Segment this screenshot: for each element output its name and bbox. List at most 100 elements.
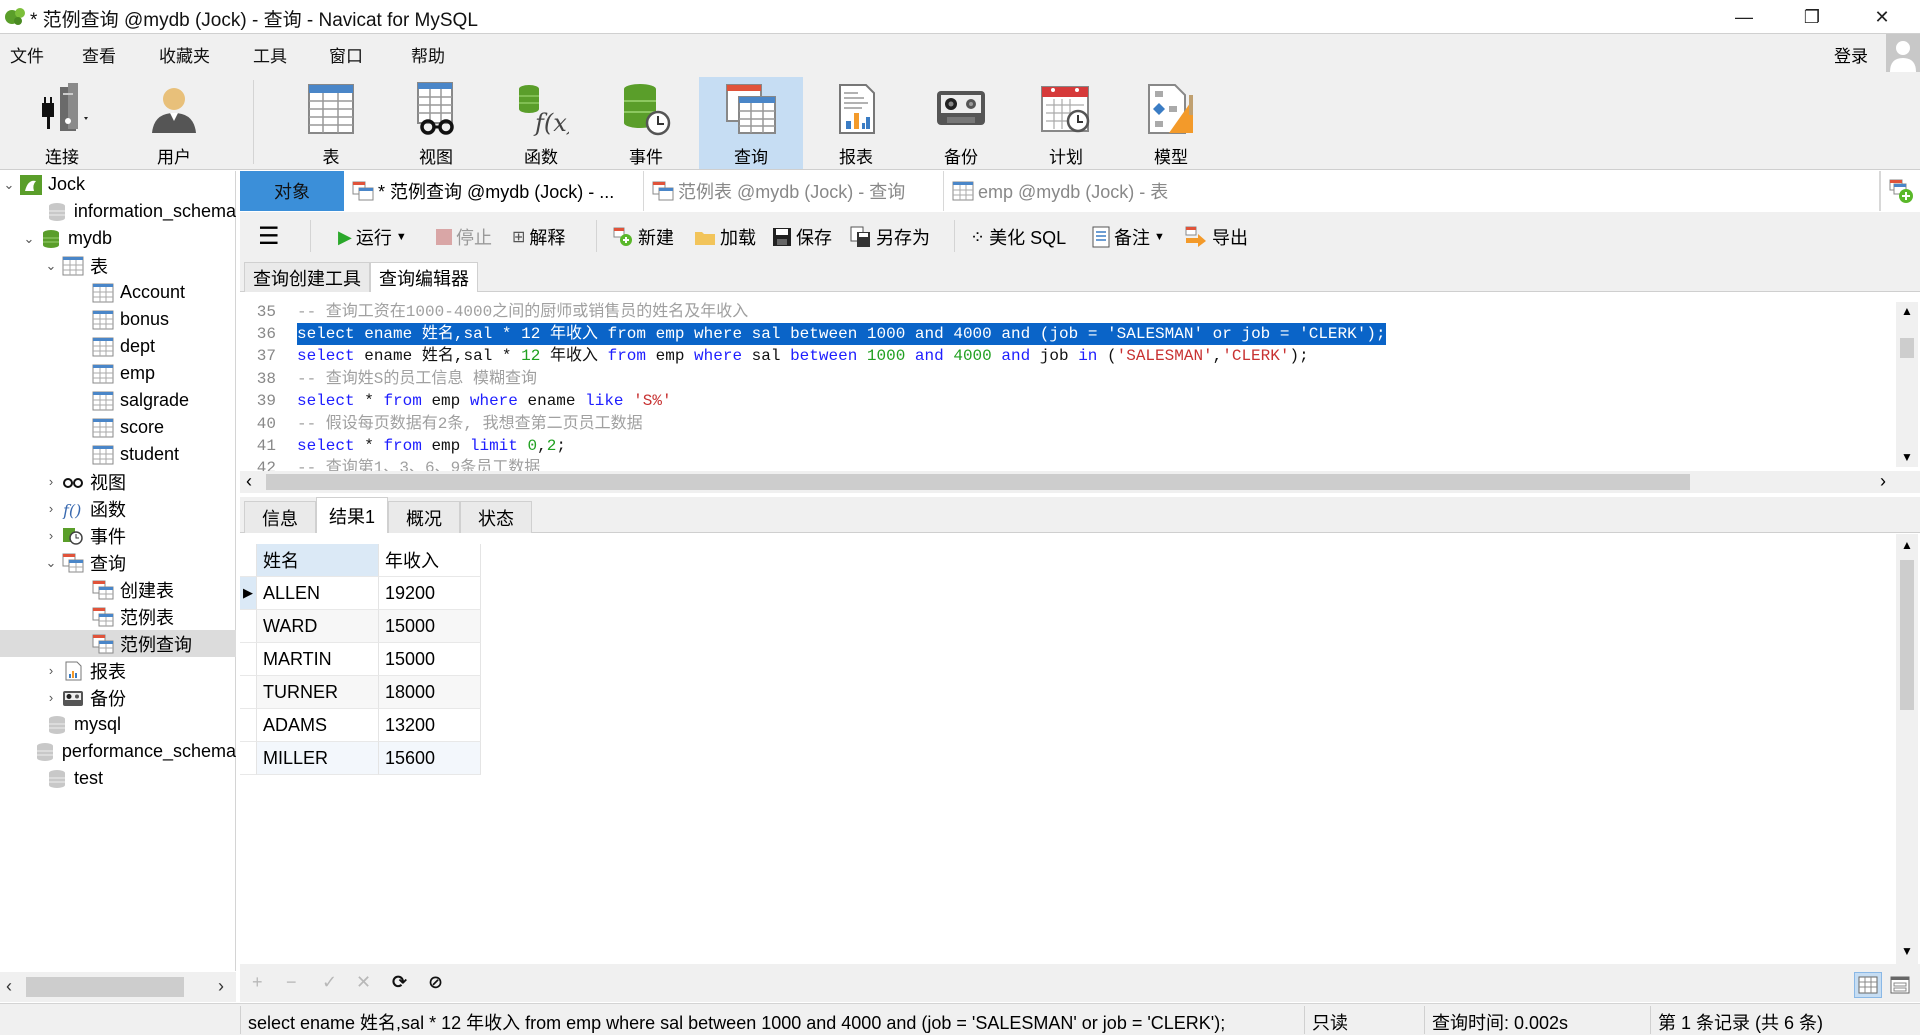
delete-record-button[interactable]: − — [286, 972, 297, 993]
tree-item-table-account[interactable]: Account — [0, 279, 236, 306]
tab-query-editor[interactable]: 查询编辑器 — [370, 262, 478, 292]
menu-favorites[interactable]: 收藏夹 — [159, 42, 210, 67]
toolbar-user-button[interactable]: 用户 — [122, 77, 226, 169]
tree-item-table-student[interactable]: student — [0, 441, 236, 468]
tab-status[interactable]: 状态 — [460, 501, 532, 533]
chevron-right-icon[interactable]: › — [44, 474, 58, 489]
row-indicator[interactable] — [240, 610, 257, 643]
tree-item-events-folder[interactable]: › 事件 — [0, 522, 236, 549]
stop-loading-button[interactable]: ⊘ — [428, 972, 443, 993]
scrollbar-thumb[interactable] — [26, 977, 184, 997]
toolbar-table-button[interactable]: 表 — [279, 77, 383, 169]
chevron-down-icon[interactable]: ⌄ — [22, 231, 36, 247]
menu-help[interactable]: 帮助 — [411, 42, 445, 67]
tree-item-mydb[interactable]: ⌄ mydb — [0, 225, 236, 252]
row-indicator[interactable]: ▶ — [240, 577, 257, 610]
toolbar-query-button[interactable]: 查询 — [699, 77, 803, 169]
toolbar-model-button[interactable]: 模型 — [1119, 77, 1223, 169]
sql-editor[interactable]: 35 -- 查询工资在1000-4000之间的厨师或销售员的姓名及年收入 36 … — [240, 293, 1920, 471]
comment-button[interactable]: 备注 ▼ — [1092, 224, 1165, 250]
cell-annual-income[interactable]: 15600 — [379, 742, 481, 775]
toolbar-connection-button[interactable]: 连接 — [10, 77, 114, 169]
tree-item-information-schema[interactable]: information_schema — [0, 198, 236, 225]
grid-vertical-scrollbar[interactable]: ▲ ▼ — [1896, 534, 1918, 964]
tree-item-jock-connection[interactable]: ⌄ Jock — [0, 171, 236, 198]
menu-window[interactable]: 窗口 — [329, 42, 363, 67]
chevron-down-icon[interactable]: ⌄ — [44, 258, 58, 274]
new-query-button[interactable]: 新建 — [612, 224, 674, 250]
chevron-right-icon[interactable]: › — [44, 690, 58, 705]
avatar[interactable] — [1886, 34, 1920, 72]
refresh-button[interactable]: ⟳ — [392, 972, 407, 993]
cell-annual-income[interactable]: 15000 — [379, 610, 481, 643]
cell-name[interactable]: MILLER — [257, 742, 379, 775]
tree-item-queries-folder[interactable]: ⌄ 查询 — [0, 549, 236, 576]
cell-name[interactable]: WARD — [257, 610, 379, 643]
new-tab-button[interactable] — [1880, 171, 1920, 211]
cell-name[interactable]: TURNER — [257, 676, 379, 709]
scroll-right-icon[interactable]: › — [218, 976, 224, 997]
cell-name[interactable]: ALLEN — [257, 577, 379, 610]
tree-item-test[interactable]: test — [0, 765, 236, 792]
tab-query-builder[interactable]: 查询创建工具 — [244, 262, 370, 292]
sidebar-horizontal-scrollbar[interactable]: ‹ › — [0, 972, 236, 1002]
editor-vertical-scrollbar[interactable]: ▲ ▼ — [1896, 302, 1918, 467]
scroll-left-icon[interactable]: ‹ — [6, 976, 12, 997]
scrollbar-thumb[interactable] — [1900, 338, 1914, 358]
menu-hamburger-button[interactable]: ☰ — [258, 222, 280, 251]
cell-annual-income[interactable]: 13200 — [379, 709, 481, 742]
tree-item-table-emp[interactable]: emp — [0, 360, 236, 387]
scroll-up-icon[interactable]: ▲ — [1901, 304, 1913, 318]
caret-down-icon[interactable]: ▼ — [396, 231, 407, 243]
tree-item-backups-folder[interactable]: › 备份 — [0, 684, 236, 711]
scroll-left-icon[interactable]: ‹ — [246, 471, 252, 492]
toolbar-function-button[interactable]: f(x) 函数 — [489, 77, 593, 169]
menu-tools[interactable]: 工具 — [253, 42, 287, 67]
apply-changes-button[interactable]: ✓ — [322, 972, 337, 993]
cell-annual-income[interactable]: 15000 — [379, 643, 481, 676]
tree-item-query-sample-query[interactable]: 范例查询 — [0, 630, 236, 657]
export-button[interactable]: 导出 — [1184, 224, 1248, 250]
cell-annual-income[interactable]: 19200 — [379, 577, 481, 610]
row-indicator[interactable] — [240, 643, 257, 676]
discard-changes-button[interactable]: ✕ — [356, 972, 371, 993]
tree-item-functions-folder[interactable]: › f() 函数 — [0, 495, 236, 522]
tree-item-reports-folder[interactable]: › 报表 — [0, 657, 236, 684]
tab-objects[interactable]: 对象 — [240, 171, 344, 211]
tab-info[interactable]: 信息 — [244, 501, 316, 533]
menu-view[interactable]: 查看 — [82, 42, 116, 67]
restore-button[interactable]: ❐ — [1780, 0, 1844, 34]
tab-sample-table[interactable]: 范例表 @mydb (Jock) - 查询 — [644, 171, 944, 211]
row-indicator[interactable] — [240, 742, 257, 775]
run-button[interactable]: ▶ 运行 ▼ — [338, 224, 407, 250]
tab-result-1[interactable]: 结果1 — [316, 497, 388, 533]
toolbar-report-button[interactable]: 报表 — [804, 77, 908, 169]
save-button[interactable]: 保存 — [772, 224, 832, 250]
tab-sample-query[interactable]: * 范例查询 @mydb (Jock) - ... — [344, 171, 644, 211]
stop-button[interactable]: 停止 — [436, 224, 492, 250]
tree-item-table-bonus[interactable]: bonus — [0, 306, 236, 333]
chevron-right-icon[interactable]: › — [44, 663, 58, 678]
add-record-button[interactable]: + — [252, 972, 263, 993]
scrollbar-thumb[interactable] — [266, 474, 1690, 490]
tree-item-views-folder[interactable]: › 视图 — [0, 468, 236, 495]
scroll-up-icon[interactable]: ▲ — [1901, 538, 1913, 552]
chevron-right-icon[interactable]: › — [44, 528, 58, 543]
tab-emp-table[interactable]: emp @mydb (Jock) - 表 — [944, 171, 1880, 211]
explain-button[interactable]: ⊞ 解释 — [512, 224, 565, 250]
row-indicator[interactable] — [240, 676, 257, 709]
scroll-down-icon[interactable]: ▼ — [1901, 450, 1913, 464]
tree-item-query-sample-table[interactable]: 范例表 — [0, 603, 236, 630]
toolbar-schedule-button[interactable]: 计划 — [1014, 77, 1118, 169]
tree-item-performance-schema[interactable]: performance_schema — [0, 738, 236, 765]
menu-file[interactable]: 文件 — [10, 42, 44, 67]
toolbar-event-button[interactable]: 事件 — [594, 77, 698, 169]
form-view-button[interactable] — [1886, 972, 1914, 998]
tree-item-tables-folder[interactable]: ⌄ 表 — [0, 252, 236, 279]
tree-item-table-dept[interactable]: dept — [0, 333, 236, 360]
cell-name[interactable]: ADAMS — [257, 709, 379, 742]
column-header-annual-income[interactable]: 年收入 — [379, 544, 481, 577]
cell-name[interactable]: MARTIN — [257, 643, 379, 676]
chevron-down-icon[interactable]: ⌄ — [2, 177, 16, 193]
beautify-sql-button[interactable]: ⁘ 美化 SQL — [970, 224, 1066, 250]
